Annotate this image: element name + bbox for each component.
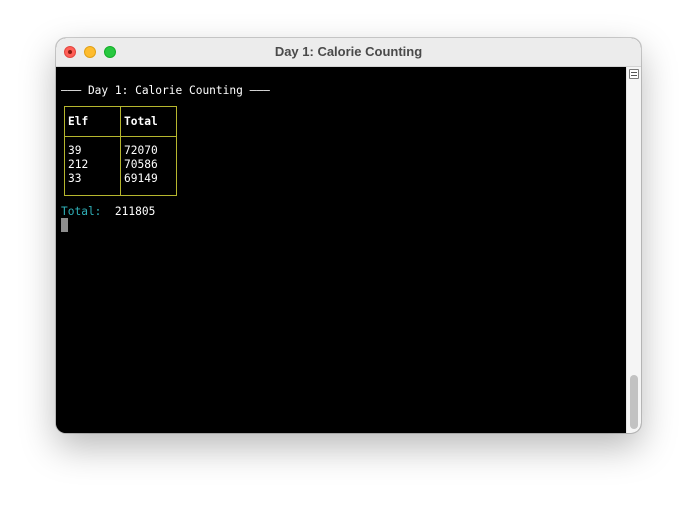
split-pane-icon[interactable] [629,69,639,79]
total-line: Total: 211805 [61,205,155,218]
table-row: 39 72070 [65,144,176,157]
section-header: ——— Day 1: Calorie Counting ——— [61,84,270,97]
text-cursor [61,218,68,232]
elf-calorie-table: Elf Total 39 72070 212 70586 33 69149 [64,106,177,196]
table-row: 212 70586 [65,158,176,171]
total-cell: 69149 [124,172,158,185]
scrollbar[interactable] [626,67,641,433]
total-value: 211805 [114,205,156,218]
table-header-divider [65,136,176,137]
column-header-elf: Elf [68,115,89,128]
table-row: 33 69149 [65,172,176,185]
terminal-content[interactable]: ——— Day 1: Calorie Counting ——— Elf Tota… [56,67,626,433]
elf-cell: 33 [68,172,82,185]
total-cell: 70586 [124,158,158,171]
total-cell: 72070 [124,144,158,157]
window-title: Day 1: Calorie Counting [274,44,423,59]
scrollbar-thumb[interactable] [630,375,638,429]
title-bar[interactable]: Day 1: Calorie Counting [56,38,641,67]
elf-cell: 212 [68,158,89,171]
column-header-total: Total [124,115,158,128]
terminal-window: Day 1: Calorie Counting ——— Day 1: Calor… [56,38,641,433]
total-label: Total: [61,205,102,218]
elf-cell: 39 [68,144,82,157]
